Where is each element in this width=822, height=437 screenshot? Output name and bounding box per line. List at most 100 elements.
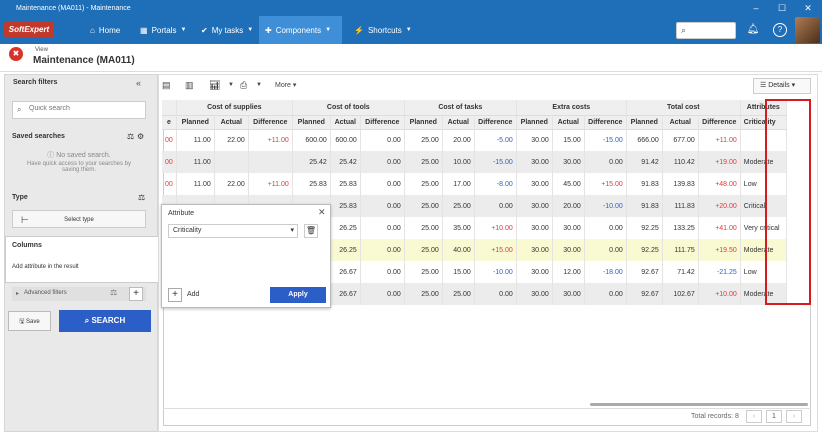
details-button[interactable]: ☰ Details ▾ — [753, 78, 811, 94]
breadcrumb[interactable]: View — [35, 47, 48, 53]
maximize-icon[interactable]: ☐ — [770, 0, 794, 16]
nav-shortcuts[interactable]: ⚡ Shortcuts ▼ — [350, 16, 416, 44]
chevron-down-icon: ▾ — [290, 227, 294, 234]
gear-icon[interactable]: ⚙ — [137, 132, 144, 141]
nav-home[interactable]: ⌂ Home — [86, 16, 124, 44]
column-header[interactable]: Difference — [360, 115, 405, 130]
column-header[interactable]: Planned — [176, 115, 215, 130]
table-cell: -21.25 — [698, 261, 741, 283]
close-window-icon[interactable]: ✕ — [796, 0, 820, 16]
table-cell: 25.00 — [404, 129, 443, 151]
table-cell: 30.00 — [516, 129, 553, 151]
column-header[interactable]: Actual — [442, 115, 475, 130]
scale-icon[interactable]: ⚖ — [110, 288, 117, 297]
trash-icon[interactable]: 🗑︎ — [304, 224, 318, 238]
column-header[interactable]: e — [162, 115, 177, 130]
page-number[interactable]: 1 — [766, 410, 782, 423]
table-cell: 92.25 — [626, 239, 663, 261]
save-button[interactable]: 🖫︎ Save — [8, 311, 51, 331]
column-header[interactable]: Difference — [698, 115, 741, 130]
nav-components[interactable]: ✚ Components ▼ — [259, 16, 342, 44]
table-cell: +11.00 — [698, 129, 741, 151]
add-icon[interactable]: + — [168, 288, 182, 302]
table-cell: 25.42 — [330, 151, 361, 173]
advanced-filters[interactable]: ▸ Advanced filters ⚖ + — [12, 287, 146, 301]
table-cell: 0.00 — [584, 151, 627, 173]
chart-icon[interactable]: 📊︎ — [209, 80, 220, 91]
nav-my-tasks[interactable]: ✔ My tasks ▼ — [197, 16, 257, 44]
table-cell: 0.00 — [584, 217, 627, 239]
table-cell: -10.00 — [584, 195, 627, 217]
table-row[interactable]: 00 11.00 25.42 25.42 0.00 25.00 10.00 -15.00 30.… — [162, 151, 787, 173]
table-cell: 30.00 — [516, 195, 553, 217]
table-cell: 0.00 — [584, 239, 627, 261]
saved-searches-label: Saved searches — [12, 133, 65, 140]
chevron-down-icon[interactable]: ▼ — [228, 82, 234, 88]
column-header[interactable]: Planned — [516, 115, 553, 130]
column-header[interactable]: Difference — [584, 115, 627, 130]
column-header[interactable]: Actual — [214, 115, 249, 130]
more-menu[interactable]: More ▾ — [275, 81, 296, 89]
minimize-icon[interactable]: – — [744, 0, 768, 16]
print-icon[interactable]: ⎙ — [240, 80, 247, 91]
total-records: Total records: 8 — [691, 413, 739, 420]
table-cell: 71.42 — [662, 261, 699, 283]
quick-search-input[interactable]: ⌕ — [12, 101, 146, 119]
table-cell: 17.00 — [442, 173, 475, 195]
table-cell: -15.00 — [474, 151, 517, 173]
close-icon[interactable]: ✕ — [318, 207, 326, 218]
column-header[interactable]: Planned — [626, 115, 663, 130]
table-cell: 20.00 — [552, 195, 585, 217]
table-cell: 0.00 — [474, 195, 517, 217]
search-icon: ⌕ — [17, 105, 22, 114]
group-header: Cost of tools — [292, 100, 405, 116]
table-cell: 0.00 — [360, 283, 405, 305]
table-cell: 00 — [162, 151, 177, 173]
column-header[interactable]: Actual — [330, 115, 361, 130]
next-page-button[interactable]: › — [786, 410, 802, 423]
chevron-down-icon[interactable]: ▼ — [256, 82, 262, 88]
apply-button[interactable]: Apply — [270, 287, 326, 303]
collapse-icon[interactable]: « — [136, 78, 141, 88]
column-header[interactable]: Difference — [474, 115, 517, 130]
table-row[interactable]: 00 11.00 22.00 +11.00 600.00 600.00 0.00 25.00 2… — [162, 129, 787, 151]
chevron-down-icon: ▼ — [325, 27, 332, 33]
search-filters-title: Search filters — [13, 79, 58, 86]
select-type-button[interactable]: ⊢ Select type — [12, 210, 146, 228]
attribute-select[interactable]: Criticality ▾ — [168, 224, 298, 238]
prev-page-button[interactable]: ‹ — [746, 410, 762, 423]
column-header[interactable]: Planned — [292, 115, 331, 130]
view-icon[interactable]: ▤ — [162, 80, 171, 91]
table-cell: +15.00 — [474, 239, 517, 261]
table-cell: 92.67 — [626, 283, 663, 305]
help-icon[interactable]: ? — [773, 23, 787, 37]
horizontal-scrollbar[interactable] — [590, 403, 808, 406]
table-cell: 22.00 — [214, 129, 249, 151]
softexpert-logo[interactable]: SoftExpert — [4, 22, 54, 37]
table-cell: 102.67 — [662, 283, 699, 305]
filter-view-icon[interactable]: ▥ — [185, 80, 194, 91]
table-cell: 15.00 — [552, 129, 585, 151]
table-cell: 0.00 — [360, 239, 405, 261]
quick-search-field[interactable] — [29, 105, 139, 112]
column-header[interactable]: Actual — [662, 115, 699, 130]
column-header[interactable]: Planned — [404, 115, 443, 130]
table-cell: 00 — [162, 173, 177, 195]
table-cell: 25.00 — [404, 195, 443, 217]
scale-icon[interactable]: ⚖ — [127, 132, 134, 141]
table-cell: +10.00 — [474, 217, 517, 239]
column-header[interactable]: Actual — [552, 115, 585, 130]
column-header[interactable]: Difference — [248, 115, 293, 130]
search-button[interactable]: ⌕ SEARCH — [59, 310, 151, 332]
bell-icon[interactable]: 🔔︎ — [746, 23, 760, 37]
table-row[interactable]: 00 11.00 22.00 +11.00 25.83 25.83 0.00 25.00 17.… — [162, 173, 787, 195]
nav-portals[interactable]: ▦ Portals ▼ — [136, 16, 190, 44]
scale-icon[interactable]: ⚖ — [138, 193, 145, 202]
table-cell: 25.83 — [330, 195, 361, 217]
list-icon: ☰ — [760, 82, 769, 89]
table-cell: 25.00 — [442, 283, 475, 305]
table-cell: -18.00 — [584, 261, 627, 283]
avatar[interactable] — [795, 17, 820, 43]
global-search-input[interactable]: ⌕ — [676, 22, 736, 39]
add-filter-button[interactable]: + — [129, 287, 143, 301]
